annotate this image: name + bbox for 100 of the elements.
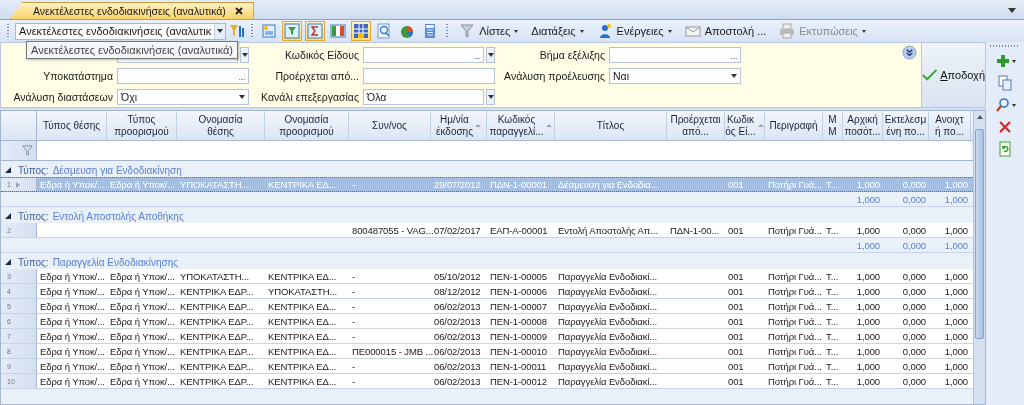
table-cell: 1,000 (856, 360, 880, 372)
table-cell: Εδρα ή Υποκ/... (40, 330, 105, 342)
table-cell: Παραγγελία Ενδοδιακί... (558, 270, 657, 282)
table-cell: ΠΕΝ-1-00009 (490, 330, 547, 342)
table-cell: Παραγγελία Ενδοδιακί... (558, 345, 657, 357)
table-cell: 001 (728, 330, 744, 342)
table-cell: Παραγγελία Ενδοδιακί... (558, 285, 657, 297)
total-value: 0,000 (902, 193, 926, 205)
table-cell: ΚΕΝΤΡΙΚΑ ΕΔ... (268, 270, 337, 282)
table-cell: Εδρα ή Υποκ/... (110, 285, 175, 297)
total-value: 1,000 (944, 239, 968, 251)
table-cell: - (352, 300, 356, 312)
total-value: 1,000 (856, 193, 880, 205)
table-cell: - (352, 330, 356, 342)
table-cell: Εδρα ή Υποκ/... (110, 315, 175, 327)
table-cell: Εδρα ή Υποκ/... (40, 300, 105, 312)
table-cell: ΚΕΝΤΡΙΚΑ ΕΔΡ... (180, 345, 254, 357)
table-cell: 0,000 (902, 300, 926, 312)
group-name: Εντολή Αποστολής Αποθήκης (52, 210, 184, 222)
table-cell: Παραγγελία Ενδοδιακί... (558, 315, 657, 327)
table-cell: Εδρα ή Υποκ/... (40, 375, 105, 387)
table-cell: ΚΕΝΤΡΙΚΑ ΕΔ... (268, 179, 337, 190)
table-cell: Ποτήρι Γυά... (768, 224, 822, 236)
table-cell: Εντολή Αποστολής Απ... (558, 224, 658, 236)
table-cell: ΠΕΝ-1-00008 (490, 315, 547, 327)
table-cell: ΥΠΟΚΑΤΑΣΤΗ... (180, 270, 250, 282)
table-cell: Εδρα ή Υποκ/... (40, 285, 105, 297)
table-cell: 0,000 (902, 315, 926, 327)
table-cell: 800487055 - VAG... (352, 224, 434, 236)
table-cell: 0,000 (902, 285, 926, 297)
group-name: Δέσμευση για Ενδοδιακίνηση (52, 164, 182, 176)
table-cell: 0,000 (902, 179, 926, 190)
table-cell: ΠΕΝ-1-00005 (490, 270, 547, 282)
table-cell: ΚΕΝΤΡΙΚΑ ΕΔΡ... (180, 285, 254, 297)
table-cell: ΚΕΝΤΡΙΚΑ ΕΔ... (268, 345, 337, 357)
table-cell: ΚΕΝΤΡΙΚΑ ΕΔ... (268, 330, 337, 342)
table-cell: 06/02/2013 (434, 360, 481, 372)
table-cell: 0,000 (902, 360, 926, 372)
table-cell: Εδρα ή Υποκ/... (40, 270, 105, 282)
table-cell: ΠΔΝ-1-00... (670, 224, 720, 236)
table-cell: ΚΕΝΤΡΙΚΑ ΕΔΡ... (180, 315, 254, 327)
table-cell: 1,000 (944, 224, 968, 236)
table-cell: 1,000 (944, 300, 968, 312)
table-cell: - (352, 285, 356, 297)
field-label: Κανάλι επεξεργασίας (261, 91, 359, 103)
table-cell: 06/02/2013 (434, 375, 481, 387)
table-cell: Ποτήρι Γυά... (768, 360, 822, 372)
table-cell: Τ... (826, 375, 839, 387)
table-cell: Εδρα ή Υποκ/... (110, 179, 175, 190)
table-cell: - (352, 375, 356, 387)
table-cell: 1,000 (856, 270, 880, 282)
table-cell: Ποτήρι Γυά... (768, 345, 822, 357)
table-cell: Ποτήρι Γυά... (768, 315, 822, 327)
table-cell: ΥΠΟΚΑΤΑΣΤΗ... (268, 285, 338, 297)
table-cell: ΚΕΝΤΡΙΚΑ ΕΔ... (268, 375, 337, 387)
table-cell: Εδρα ή Υποκ/... (110, 330, 175, 342)
table-cell: 001 (728, 179, 744, 190)
table-cell: 1,000 (856, 224, 880, 236)
group-label: Τύπος: (18, 164, 49, 176)
table-cell: 1,000 (856, 300, 880, 312)
table-cell: ΠΕΝ-1-00012 (490, 375, 547, 387)
total-value: 1,000 (944, 193, 968, 205)
total-value: 1,000 (856, 239, 880, 251)
table-cell: 1,000 (856, 179, 880, 190)
table-cell: Εδρα ή Υποκ/... (40, 179, 105, 190)
table-cell: ΠΕΝ-1-00010 (490, 345, 547, 357)
table-cell: Τ... (826, 330, 839, 342)
table-cell: Τ... (826, 179, 839, 190)
group-name: Παραγγελία Ενδοδιακίνησης (52, 256, 179, 268)
table-cell: 1,000 (944, 285, 968, 297)
table-cell: 1,000 (944, 315, 968, 327)
table-cell: 001 (728, 360, 744, 372)
table-cell: ΠΔΝ-1-00001 (490, 179, 547, 190)
table-cell: Εδρα ή Υποκ/... (40, 345, 105, 357)
table-cell: Παραγγελία Ενδοδιακί... (558, 360, 657, 372)
table-cell: 1,000 (856, 330, 880, 342)
table-cell: 1,000 (856, 315, 880, 327)
table-cell: 1,000 (856, 285, 880, 297)
table-cell: 001 (728, 315, 744, 327)
table-cell: - (352, 270, 356, 282)
table-cell: Παραγγελία Ενδοδιακί... (558, 375, 657, 387)
table-cell: Ποτήρι Γυά... (768, 375, 822, 387)
tooltip: Ανεκτέλεστες ενδοδιακινήσεις (αναλυτικά) (26, 41, 239, 59)
table-cell: 05/10/2012 (434, 270, 481, 282)
table-cell: 0,000 (902, 375, 926, 387)
table-cell: 0,000 (902, 224, 926, 236)
table-cell: Ποτήρι Γυά... (768, 300, 822, 312)
field-label: Ανάλυση προέλευσης (504, 70, 605, 82)
table-cell: Ποτήρι Γυά... (768, 270, 822, 282)
table-cell: 1,000 (944, 345, 968, 357)
table-cell: Ποτήρι Γυά... (768, 330, 822, 342)
table-cell: 06/02/2013 (434, 300, 481, 312)
table-cell: 1,000 (944, 330, 968, 342)
table-cell: ΚΕΝΤΡΙΚΑ ΕΔΡ... (180, 300, 254, 312)
table-cell: 1,000 (856, 375, 880, 387)
table-cell: Παραγγελία Ενδοδιακί... (558, 330, 657, 342)
table-cell: ΚΕΝΤΡΙΚΑ ΕΔ... (268, 360, 337, 372)
table-cell: 001 (728, 345, 744, 357)
table-cell: - (352, 179, 356, 190)
table-cell: ΚΕΝΤΡΙΚΑ ΕΔΡ... (180, 360, 254, 372)
